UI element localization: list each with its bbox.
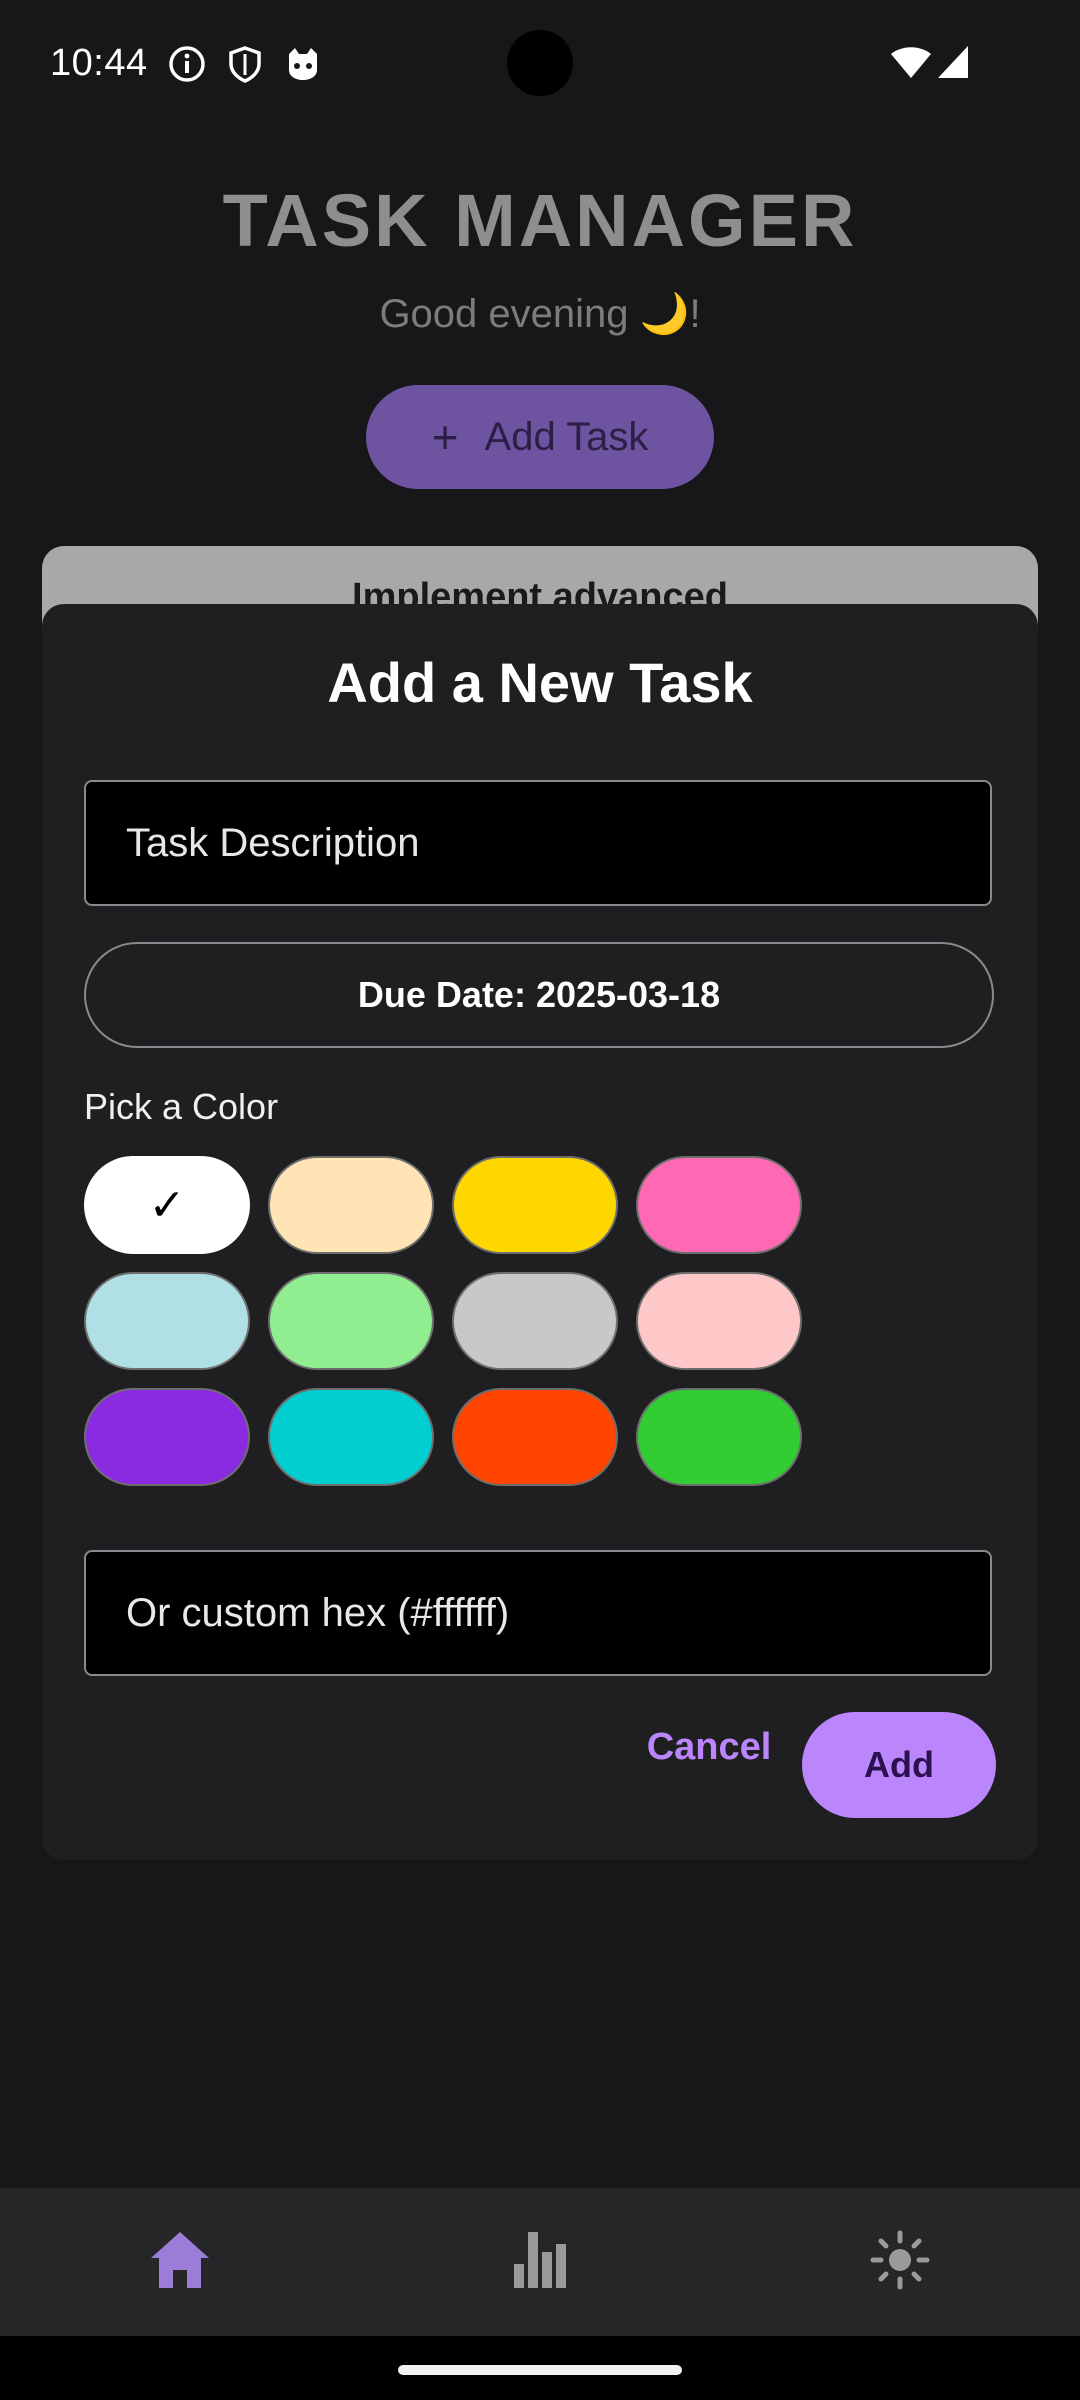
color-swatch[interactable] [636,1272,802,1370]
add-task-label: Add Task [484,414,649,459]
cat-face-icon [283,44,323,84]
home-icon [149,2230,211,2295]
cancel-button[interactable]: Cancel [616,1712,802,1782]
dialog-title: Add a New Task [327,651,753,714]
custom-hex-input[interactable]: Or custom hex (#ffffff) [84,1550,992,1676]
nav-home[interactable] [0,2188,360,2336]
nav-stats[interactable] [360,2188,720,2336]
color-swatch[interactable] [636,1156,802,1254]
add-task-button[interactable]: + Add Task [366,385,714,489]
color-swatch[interactable] [268,1156,434,1254]
color-swatch[interactable] [452,1388,618,1486]
status-time: 10:44 [50,42,148,84]
pick-color-label: Pick a Color [84,1086,279,1127]
bar-chart-icon [512,2230,568,2295]
nav-theme[interactable] [720,2188,1080,2336]
add-task-dialog: Add a New Task Task Description Due Date… [42,604,1038,1860]
due-date-button[interactable]: Due Date: 2025-03-18 [84,942,994,1048]
app-title: TASK MANAGER [222,179,858,262]
task-description-input[interactable]: Task Description [84,780,992,906]
check-icon: ✓ [148,1180,186,1230]
wifi-icon [890,44,932,85]
plus-icon: + [431,411,459,463]
color-swatch[interactable] [268,1272,434,1370]
status-bar: 10:44 [0,0,1080,130]
cellular-signal-icon [936,44,970,85]
shield-icon [225,44,265,84]
brightness-icon [870,2230,930,2295]
color-swatch[interactable] [452,1156,618,1254]
color-swatch[interactable] [84,1388,250,1486]
info-icon [167,44,207,84]
greeting-text: Good evening 🌙! [379,292,701,336]
color-swatch[interactable] [84,1272,250,1370]
camera-cutout [507,30,573,96]
color-swatch[interactable]: ✓ [84,1156,250,1254]
color-swatch[interactable] [452,1272,618,1370]
home-gesture-handle[interactable] [398,2365,682,2375]
color-swatch[interactable] [636,1388,802,1486]
bottom-navigation [0,2188,1080,2336]
color-swatch[interactable] [268,1388,434,1486]
add-button[interactable]: Add [802,1712,996,1818]
